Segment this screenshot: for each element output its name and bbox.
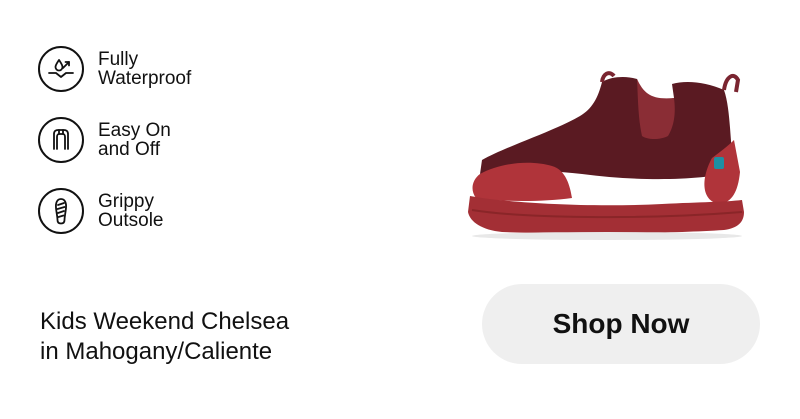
feature-grippy-outsole: Grippy Outsole [38, 188, 298, 234]
feature-label: Grippy Outsole [98, 191, 164, 231]
product-image[interactable] [462, 62, 752, 252]
easy-on-off-icon [38, 117, 84, 163]
feature-waterproof: Fully Waterproof [38, 46, 298, 92]
grippy-outsole-icon [38, 188, 84, 234]
shop-now-button[interactable]: Shop Now [482, 284, 760, 364]
waterproof-icon [38, 46, 84, 92]
feature-easy-on-off: Easy On and Off [38, 117, 298, 163]
feature-label: Fully Waterproof [98, 49, 192, 89]
product-name: Kids Weekend Chelsea in Mahogany/Calient… [40, 308, 290, 365]
feature-list: Fully Waterproof Easy On and Off Grippy … [38, 46, 298, 259]
feature-label: Easy On and Off [98, 120, 171, 160]
chelsea-boot-image [468, 71, 744, 240]
